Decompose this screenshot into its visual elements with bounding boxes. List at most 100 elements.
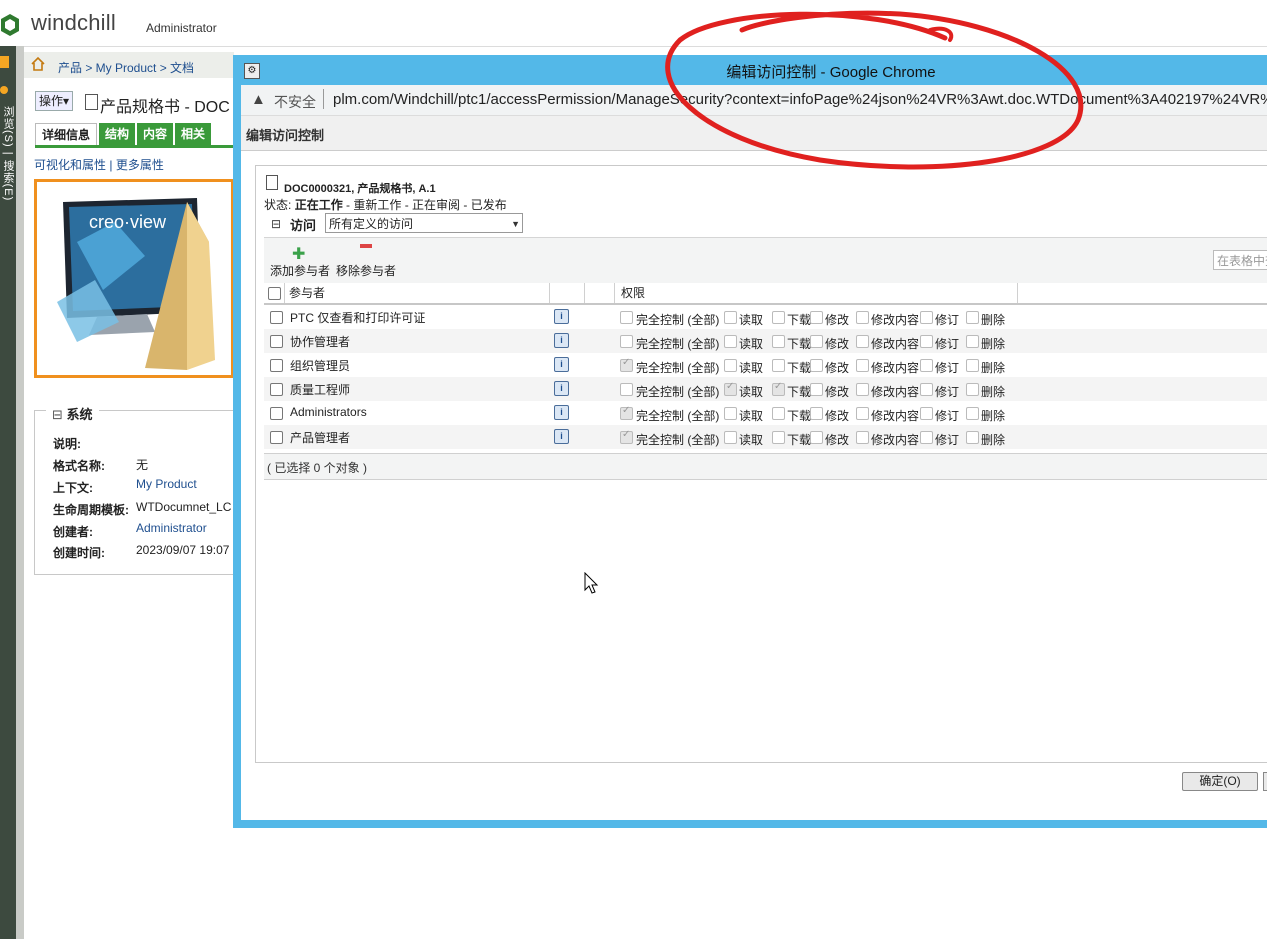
navigator-strip[interactable]: 浏览(S) | 搜索(E) — [0, 46, 16, 939]
row-select-checkbox[interactable] — [270, 407, 283, 420]
column-header-participant[interactable]: 参与者 — [289, 283, 325, 303]
permission-checkbox[interactable] — [920, 359, 933, 372]
permission-checkbox[interactable] — [772, 431, 785, 444]
permission-checkbox[interactable] — [920, 311, 933, 324]
permission-checkbox[interactable] — [810, 359, 823, 372]
permission-checkbox[interactable] — [966, 311, 979, 324]
remove-participant-icon[interactable] — [360, 244, 372, 248]
row-select-checkbox[interactable] — [270, 311, 283, 324]
permission-checkbox[interactable] — [920, 407, 933, 420]
permission-checkbox[interactable] — [810, 383, 823, 396]
table-row[interactable]: 协作管理者 i 完全控制 (全部) 读取 下载 修改 修改内容 修订 删除 — [264, 329, 1267, 353]
access-filter-select[interactable]: 所有定义的访问 ▼ — [325, 213, 523, 233]
navigator-vertical-label[interactable]: 浏览(S) | 搜索(E) — [0, 106, 16, 201]
permission-checkbox[interactable] — [620, 357, 633, 372]
table-row[interactable]: 质量工程师 i 完全控制 (全部) 读取 下载修改 修改内容 修订 删除 — [264, 377, 1267, 401]
permission-checkbox[interactable] — [966, 335, 979, 348]
permission-checkbox[interactable] — [856, 359, 869, 372]
collapse-toggle-icon[interactable]: ⊟ — [271, 217, 281, 231]
permission-checkbox[interactable] — [920, 335, 933, 348]
prop-label-created: 创建时间: — [53, 546, 105, 560]
add-participant-icon[interactable]: ✚ — [292, 244, 305, 264]
breadcrumb[interactable]: 产品 > My Product > 文档 — [58, 59, 194, 76]
table-row[interactable]: Administrators i 完全控制 (全部) 读取 下载修改 修改内容 修订 删除 — [264, 401, 1267, 425]
permission-checkbox[interactable] — [966, 407, 979, 420]
permission-checkbox[interactable] — [856, 407, 869, 420]
permission-checkbox[interactable] — [772, 381, 785, 396]
row-select-checkbox[interactable] — [270, 383, 283, 396]
permission-checkbox[interactable] — [856, 383, 869, 396]
permission-checkbox[interactable] — [724, 359, 737, 372]
table-row[interactable]: 组织管理员 i 完全控制 (全部) 读取 下载修改 修改内容 修订 删除 — [264, 353, 1267, 377]
permission-checkbox[interactable] — [724, 407, 737, 420]
permission-checkbox[interactable] — [920, 383, 933, 396]
permission-label: 修改内容 — [871, 409, 920, 423]
info-icon[interactable]: i — [554, 405, 569, 420]
select-all-checkbox[interactable] — [268, 287, 281, 300]
address-url[interactable]: plm.com/Windchill/ptc1/accessPermission/… — [333, 91, 1267, 108]
permission-checkbox[interactable] — [966, 383, 979, 396]
column-divider — [549, 283, 550, 303]
permission-checkbox[interactable] — [620, 405, 633, 420]
tab-details[interactable]: 详细信息 — [35, 123, 98, 146]
permission-checkbox[interactable] — [724, 381, 737, 396]
permission-checkbox[interactable] — [966, 431, 979, 444]
permission-checkbox[interactable] — [810, 431, 823, 444]
info-icon[interactable]: i — [554, 333, 569, 348]
link-visualization[interactable]: 可视化和属性 — [34, 158, 106, 172]
permission-label: 修订 — [935, 337, 960, 351]
row-select-checkbox[interactable] — [270, 335, 283, 348]
permission-checkbox[interactable] — [810, 311, 823, 324]
actions-menu-button[interactable]: 操作▾ — [35, 91, 74, 111]
thumbnail-preview[interactable]: creo·view — [34, 179, 234, 378]
table-search-input[interactable]: 在表格中查找 — [1213, 250, 1267, 270]
prop-value-context[interactable]: My Product — [136, 477, 197, 491]
navigator-expand-icon[interactable] — [0, 56, 9, 68]
collapse-toggle-icon[interactable]: ⊟ — [52, 407, 63, 422]
permission-checkbox[interactable] — [856, 311, 869, 324]
permission-checkbox[interactable] — [620, 311, 633, 324]
permission-checkbox[interactable] — [620, 335, 633, 348]
link-more-attributes[interactable]: 更多属性 — [116, 158, 164, 172]
cancel-button[interactable] — [1263, 772, 1267, 791]
info-icon[interactable]: i — [554, 309, 569, 324]
ok-button[interactable]: 确定(O) — [1182, 772, 1258, 791]
table-row[interactable]: PTC 仅查看和打印许可证 i 完全控制 (全部) 读取 下载 修改 修改内容 修订 删除 — [264, 305, 1267, 329]
current-user[interactable]: Administrator — [146, 21, 217, 35]
permission-checkbox[interactable] — [772, 407, 785, 420]
tab-structure[interactable]: 结构 — [99, 123, 136, 145]
info-icon[interactable]: i — [554, 357, 569, 372]
info-icon[interactable]: i — [554, 381, 569, 396]
row-select-checkbox[interactable] — [270, 359, 283, 372]
permission-checkbox[interactable] — [772, 359, 785, 372]
permission-checkbox[interactable] — [966, 359, 979, 372]
permission-checkbox[interactable] — [620, 429, 633, 444]
column-header-permissions[interactable]: 权限 — [621, 283, 645, 303]
home-icon[interactable] — [30, 56, 46, 72]
insecure-label[interactable]: 不安全 — [274, 92, 316, 112]
permission-checkbox[interactable] — [724, 431, 737, 444]
permission-checkbox[interactable] — [810, 335, 823, 348]
remove-participant-button[interactable]: 移除参与者 — [336, 262, 396, 279]
row-select-checkbox[interactable] — [270, 431, 283, 444]
permission-checkbox[interactable] — [810, 407, 823, 420]
table-row[interactable]: 产品管理者 i 完全控制 (全部) 读取 下载修改 修改内容 修订 删除 — [264, 425, 1267, 449]
permission-checkbox[interactable] — [856, 431, 869, 444]
permission-checkbox[interactable] — [620, 383, 633, 396]
permission-checkbox[interactable] — [856, 335, 869, 348]
navigator-divider — [16, 46, 24, 939]
permission-checkbox[interactable] — [724, 311, 737, 324]
permission-checkbox[interactable] — [724, 335, 737, 348]
tab-content[interactable]: 内容 — [137, 123, 174, 145]
warning-icon[interactable]: ▲ — [251, 91, 266, 108]
permission-checkbox[interactable] — [920, 431, 933, 444]
permission-label: 读取 — [739, 385, 764, 399]
tab-related[interactable]: 相关 — [175, 123, 212, 145]
info-icon[interactable]: i — [554, 429, 569, 444]
permission-label: 读取 — [739, 361, 764, 375]
add-participant-button[interactable]: 添加参与者 — [270, 262, 330, 279]
permission-checkbox[interactable] — [772, 335, 785, 348]
system-section-legend[interactable]: ⊟ 系统 — [46, 404, 99, 423]
prop-value-creator[interactable]: Administrator — [136, 521, 207, 535]
permission-checkbox[interactable] — [772, 311, 785, 324]
